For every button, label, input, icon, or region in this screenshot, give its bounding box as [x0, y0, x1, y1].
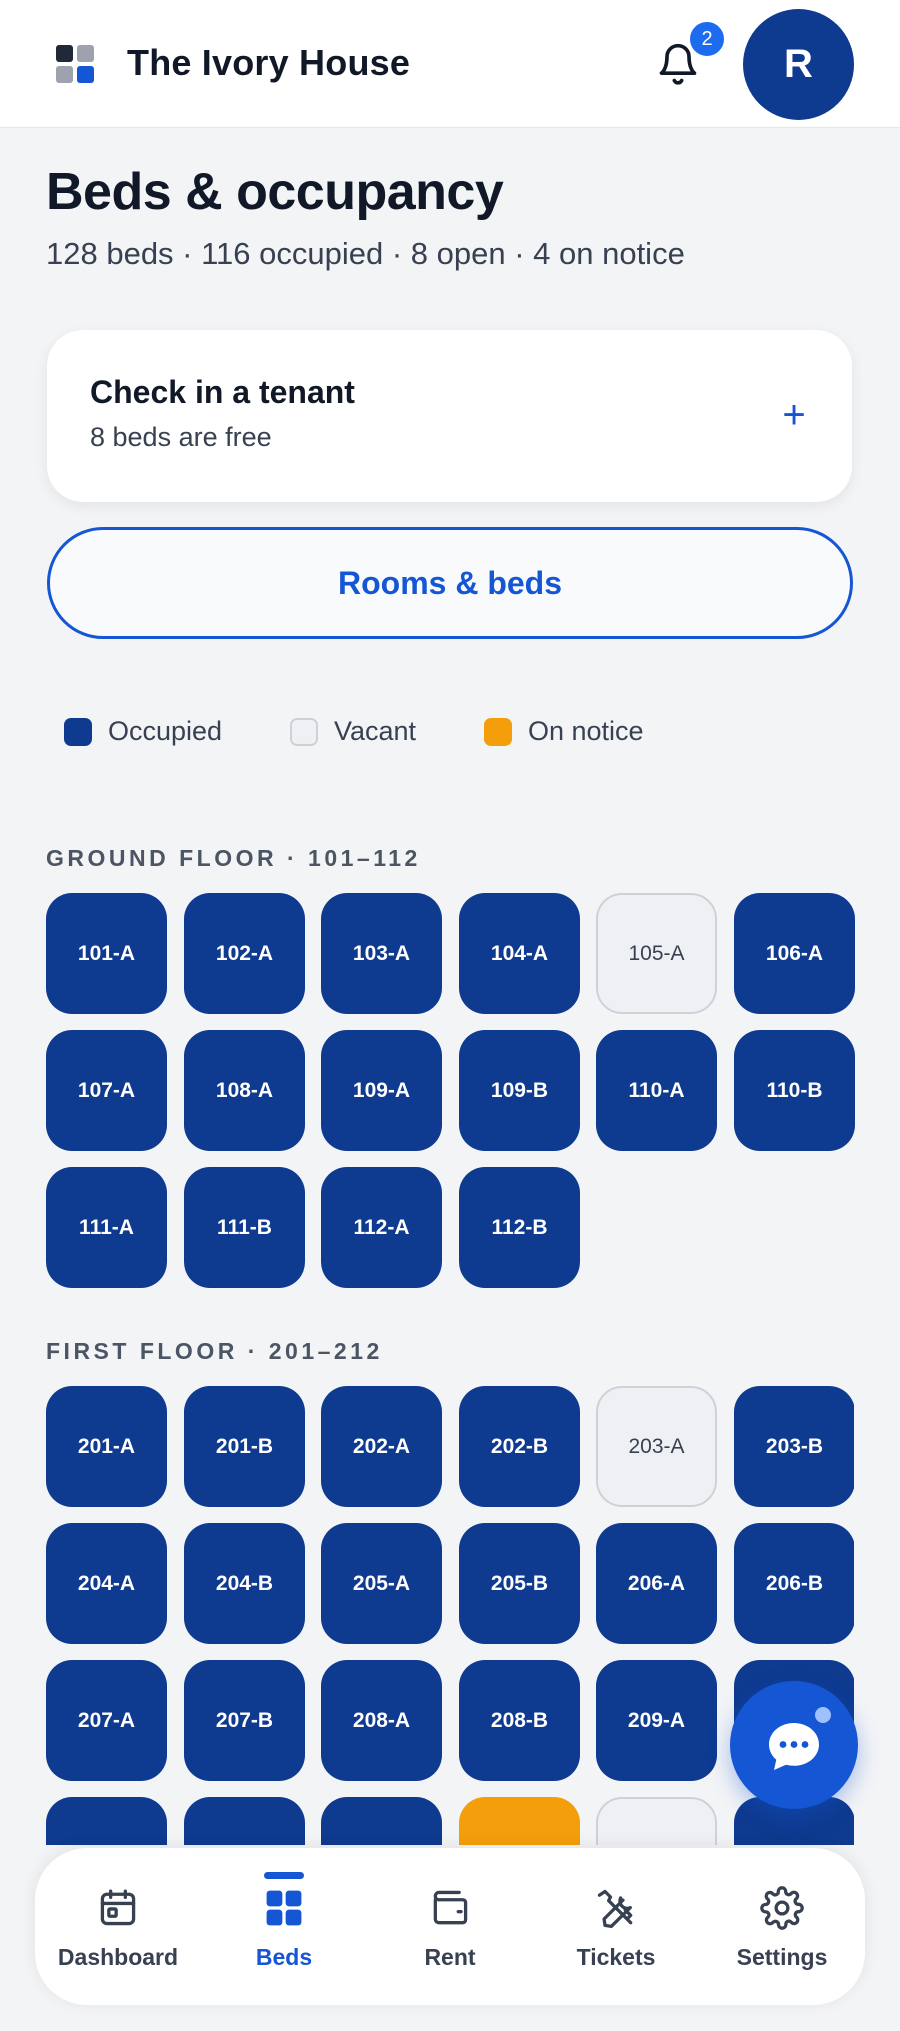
nav-dashboard[interactable]: Dashboard	[35, 1848, 201, 2005]
floor-label-ground: GROUND FLOOR · 101–112	[46, 845, 421, 871]
page-title: Beds & occupancy	[46, 163, 504, 221]
bed-tile[interactable]: 104-A	[459, 893, 580, 1014]
nav-label: Rent	[424, 1944, 476, 1970]
bed-tile[interactable]: 204-B	[184, 1523, 305, 1644]
bed-tile[interactable]: 112-B	[459, 1167, 580, 1288]
bed-tile[interactable]: 106-A	[734, 893, 855, 1014]
plus-icon[interactable]: +	[769, 390, 819, 440]
bed-grid-ground: 101-A 102-A 103-A 104-A 105-A 106-A 107-A 108-A…	[46, 893, 855, 1293]
chat-bubble-icon	[769, 1723, 819, 1770]
bed-tile[interactable]: 109-A	[321, 1030, 442, 1151]
legend-occupied: Occupied	[64, 716, 222, 747]
nav-label: Settings	[736, 1944, 828, 1970]
app-header: The Ivory House 2 R	[0, 0, 900, 128]
user-avatar[interactable]: R	[743, 9, 854, 120]
check-in-subtitle: 8 beds are free	[90, 422, 272, 452]
bed-tile[interactable]: 208-A	[321, 1660, 442, 1781]
bed-tile[interactable]: 203-A	[596, 1386, 717, 1507]
bed-tile[interactable]: 209-A	[596, 1660, 717, 1781]
bed-tile[interactable]: 207-B	[184, 1660, 305, 1781]
nav-label: Dashboard	[57, 1944, 179, 1970]
occupied-swatch	[64, 717, 92, 746]
bed-tile[interactable]: 111-B	[184, 1167, 305, 1288]
notice-swatch	[484, 717, 512, 746]
bed-tile[interactable]: 205-A	[321, 1523, 442, 1644]
nav-settings[interactable]: Settings	[699, 1848, 865, 2005]
bed-tile[interactable]: 105-A	[596, 893, 717, 1014]
legend-label: Occupied	[108, 716, 223, 746]
nav-rent[interactable]: Rent	[367, 1848, 533, 2005]
notification-badge: 2	[687, 19, 727, 59]
bed-tile[interactable]: 110-B	[734, 1030, 855, 1151]
bed-tile[interactable]: 202-A	[321, 1386, 442, 1507]
bed-tile[interactable]: 108-A	[184, 1030, 305, 1151]
calendar-icon	[100, 1889, 136, 1926]
nav-label: Beds	[255, 1944, 313, 1970]
occupancy-summary: 128 beds · 116 occupied · 8 open · 4 on …	[46, 236, 685, 271]
bed-tile[interactable]: 201-A	[46, 1386, 167, 1507]
legend-label: On notice	[528, 716, 644, 746]
bed-tile[interactable]: 201-B	[184, 1386, 305, 1507]
bottom-navigation: Dashboard Beds Rent Tickets Settings	[35, 1848, 865, 2005]
check-in-card[interactable]: Check in a tenant 8 beds are free +	[47, 330, 852, 502]
bed-tile[interactable]: 109-B	[459, 1030, 580, 1151]
status-legend: Occupied Vacant On notice	[0, 716, 900, 748]
rooms-and-beds-button[interactable]: Rooms & beds	[47, 527, 853, 639]
legend-on-notice: On notice	[484, 716, 644, 747]
bed-tile[interactable]: 202-B	[459, 1386, 580, 1507]
bed-tile[interactable]: 111-A	[46, 1167, 167, 1288]
legend-vacant: Vacant	[290, 716, 416, 747]
bed-tile[interactable]	[46, 1797, 167, 1846]
bed-tile[interactable]: 205-B	[459, 1523, 580, 1644]
bed-tile[interactable]	[321, 1797, 442, 1846]
app-logo-icon	[56, 45, 96, 85]
vacant-swatch	[290, 717, 318, 746]
wallet-icon	[433, 1890, 468, 1925]
app-title: The Ivory House	[127, 42, 411, 83]
bed-tile[interactable]: 203-B	[734, 1386, 854, 1507]
bed-tile[interactable]: 110-A	[596, 1030, 717, 1151]
gear-icon	[760, 1886, 804, 1930]
bed-tile[interactable]: 208-B	[459, 1660, 580, 1781]
nav-active-indicator	[264, 1872, 304, 1879]
floor-label-first: FIRST FLOOR · 201–212	[46, 1338, 383, 1364]
bed-tile[interactable]	[459, 1797, 580, 1846]
legend-label: Vacant	[334, 716, 417, 746]
chat-button[interactable]	[730, 1681, 858, 1809]
bed-tile[interactable]: 207-A	[46, 1660, 167, 1781]
bed-tile[interactable]	[596, 1797, 717, 1846]
bed-tile[interactable]: 103-A	[321, 893, 442, 1014]
nav-label: Tickets	[576, 1944, 656, 1970]
bed-tile[interactable]	[184, 1797, 305, 1846]
bed-tile[interactable]: 101-A	[46, 893, 167, 1014]
grid-icon	[266, 1890, 302, 1926]
nav-tickets[interactable]: Tickets	[533, 1848, 699, 2005]
bed-tile[interactable]: 206-A	[596, 1523, 717, 1644]
bed-tile[interactable]: 107-A	[46, 1030, 167, 1151]
tools-icon	[597, 1889, 633, 1928]
bed-tile[interactable]: 102-A	[184, 893, 305, 1014]
bed-tile[interactable]: 206-B	[734, 1523, 854, 1644]
bed-tile[interactable]: 204-A	[46, 1523, 167, 1644]
check-in-title: Check in a tenant	[90, 374, 355, 410]
chat-unread-dot	[815, 1707, 831, 1723]
bed-tile[interactable]: 112-A	[321, 1167, 442, 1288]
